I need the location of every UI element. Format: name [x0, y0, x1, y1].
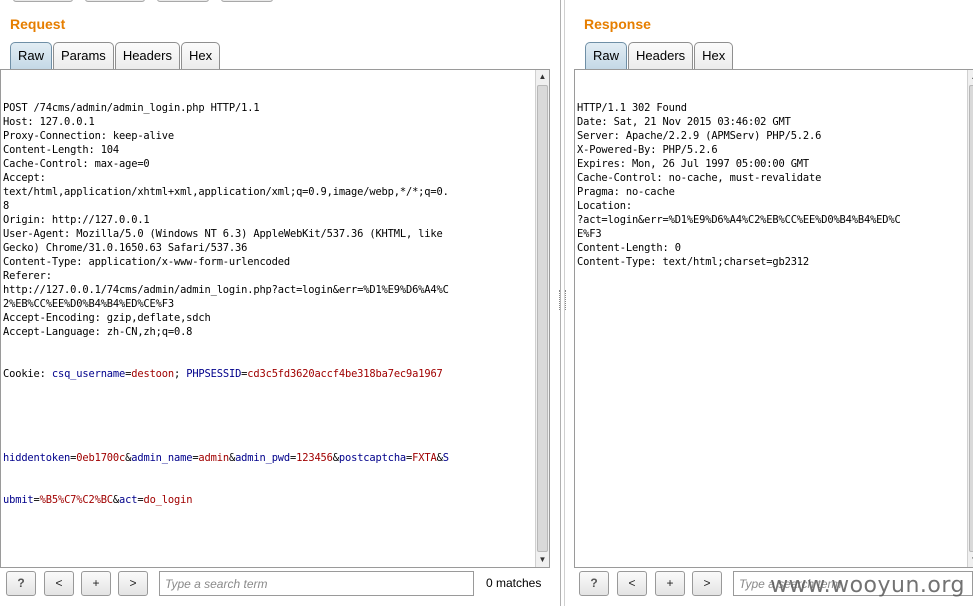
tab-params[interactable]: Params [53, 42, 114, 69]
body-line-2: ubmit=%B5%C7%C2%BC&act=do_login [3, 493, 449, 507]
response-line: Location: [577, 200, 632, 212]
previous-button[interactable]: < [617, 571, 647, 596]
triangle-down-icon[interactable]: ▼ [968, 553, 973, 567]
request-line: Content-Type: application/x-www-form-url… [3, 256, 290, 268]
watermark: www.wooyun.org [770, 573, 965, 598]
param-value: %B5%C7%C2%BC [39, 494, 113, 506]
request-tabs: Raw Params Headers Hex [10, 42, 221, 69]
grip-handle-icon[interactable] [559, 290, 566, 310]
request-title: Request [10, 16, 66, 32]
tab-hex[interactable]: Hex [694, 42, 734, 69]
add-button[interactable]: + [655, 571, 685, 596]
param-name: ubmit [3, 494, 34, 506]
response-line: Pragma: no-cache [577, 186, 675, 198]
tab-hex[interactable]: Hex [180, 42, 221, 69]
body-line-1: hiddentoken=0eb1700c&admin_name=admin&ad… [3, 451, 449, 465]
request-text[interactable]: POST /74cms/admin/admin_login.php HTTP/1… [3, 73, 449, 535]
next-button[interactable]: > [118, 571, 148, 596]
request-line: Accept-Language: zh-CN,zh;q=0.8 [3, 326, 193, 338]
request-pane: Request Raw Params Headers Hex POST /74c… [0, 0, 556, 606]
request-editor[interactable]: POST /74cms/admin/admin_login.php HTTP/1… [0, 69, 550, 568]
response-line: Date: Sat, 21 Nov 2015 03:46:02 GMT [577, 116, 791, 128]
triangle-up-icon[interactable]: ▲ [968, 70, 973, 84]
cookie-value-2: cd3c5fd3620accf4be318ba7ec9a1967 [247, 368, 443, 380]
param-value: do_login [143, 494, 193, 506]
tab-raw[interactable]: Raw [585, 42, 628, 69]
split-divider[interactable] [556, 0, 570, 606]
request-line: 2%EB%CC%EE%D0%B4%B4%ED%CE%F3 [3, 298, 174, 310]
request-line: User-Agent: Mozilla/5.0 (Windows NT 6.3)… [3, 228, 443, 240]
request-line: Host: 127.0.0.1 [3, 116, 95, 128]
request-line: Proxy-Connection: keep-alive [3, 130, 174, 142]
request-line: Content-Length: 104 [3, 144, 120, 156]
response-editor[interactable]: HTTP/1.1 302 Found Date: Sat, 21 Nov 2015… [574, 69, 973, 568]
cookie-name-1: csq_username [51, 368, 126, 380]
request-line: POST /74cms/admin/admin_login.php HTTP/1… [3, 102, 260, 114]
response-text[interactable]: HTTP/1.1 302 Found Date: Sat, 21 Nov 2015… [577, 73, 901, 297]
match-count: 0 matches [486, 576, 542, 590]
request-line: Accept: [3, 172, 46, 184]
response-tabs: Raw Headers Hex [585, 42, 734, 69]
scroll-thumb[interactable] [969, 85, 973, 552]
param-name: admin_pwd [235, 452, 291, 464]
response-line: Server: Apache/2.2.9 (APMServ) PHP/5.2.6 [577, 130, 822, 142]
response-line: HTTP/1.1 302 Found [577, 102, 687, 114]
tab-raw[interactable]: Raw [10, 42, 53, 69]
tab-headers[interactable]: Headers [628, 42, 694, 69]
param-name: S [442, 452, 449, 464]
search-input[interactable] [159, 571, 474, 596]
response-line: Expires: Mon, 26 Jul 1997 05:00:00 GMT [577, 158, 810, 170]
cookie-name-2: PHPSESSID [186, 368, 242, 380]
param-value: 123456 [296, 452, 333, 464]
response-line: X-Powered-By: PHP/5.2.6 [577, 144, 718, 156]
triangle-down-icon[interactable]: ▼ [536, 553, 549, 567]
tab-headers[interactable]: Headers [114, 42, 180, 69]
response-line: E%F3 [577, 228, 602, 240]
request-line: 8 [3, 200, 10, 212]
cookie-value-1: destoon [131, 368, 174, 380]
request-line: Gecko) Chrome/31.0.1650.63 Safari/537.36 [3, 242, 248, 254]
cookie-prefix: Cookie: [3, 368, 52, 380]
param-value: 0eb1700c [76, 452, 126, 464]
param-value: admin [198, 452, 229, 464]
response-scrollbar[interactable]: ▲ ▼ [967, 70, 973, 567]
help-button[interactable]: ? [6, 571, 36, 596]
request-line: Referer: [3, 270, 52, 282]
response-line: Content-Type: text/html;charset=gb2312 [577, 256, 810, 268]
request-line: Cache-Control: max-age=0 [3, 158, 150, 170]
response-title: Response [584, 16, 651, 32]
request-search-bar: ? < + > 0 matches [0, 570, 556, 598]
response-line: Content-Length: 0 [577, 242, 681, 254]
param-name: hiddentoken [3, 452, 71, 464]
scroll-thumb[interactable] [537, 85, 548, 552]
request-line: text/html,application/xhtml+xml,applicat… [3, 186, 449, 198]
param-name: act [119, 494, 138, 506]
response-pane: Response Raw Headers Hex HTTP/1.1 302 Fo… [570, 0, 973, 606]
help-button[interactable]: ? [579, 571, 609, 596]
param-value: FXTA [412, 452, 437, 464]
request-line: Accept-Encoding: gzip,deflate,sdch [3, 312, 211, 324]
add-button[interactable]: + [81, 571, 111, 596]
param-name: postcaptcha [338, 452, 407, 464]
request-scrollbar[interactable]: ▲ ▼ [535, 70, 549, 567]
request-line: Origin: http://127.0.0.1 [3, 214, 150, 226]
response-line: Cache-Control: no-cache, must-revalidate [577, 172, 822, 184]
cookie-separator: ; [174, 368, 187, 380]
previous-button[interactable]: < [44, 571, 74, 596]
request-line: http://127.0.0.1/74cms/admin/admin_login… [3, 284, 449, 296]
response-line: ?act=login&err=%D1%E9%D6%A4%C2%EB%CC%EE%… [577, 214, 901, 226]
cookie-line: Cookie: csq_username=destoon; PHPSESSID=… [3, 368, 443, 380]
triangle-up-icon[interactable]: ▲ [536, 70, 549, 84]
next-button[interactable]: > [692, 571, 722, 596]
param-name: admin_name [131, 452, 193, 464]
